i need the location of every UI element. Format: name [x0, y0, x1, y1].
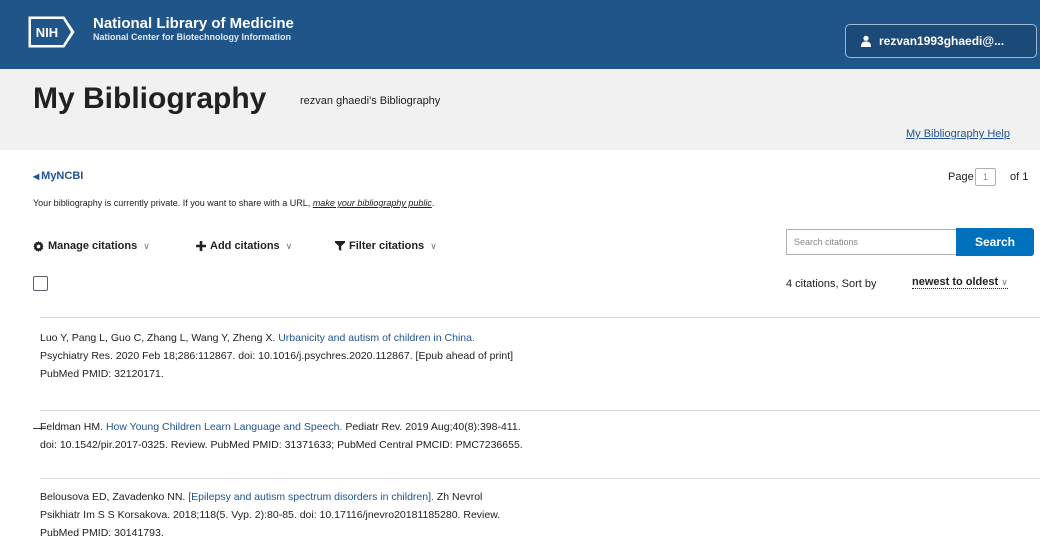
- privacy-note: Your bibliography is currently private. …: [33, 198, 434, 208]
- make-public-link[interactable]: make your bibliography public: [313, 198, 432, 208]
- citation-pmid: PubMed PMID: 32120171.: [40, 368, 164, 380]
- chevron-down-icon: ∨: [285, 240, 293, 251]
- manage-citations-label: Manage citations: [48, 240, 138, 252]
- sort-select[interactable]: newest to oldest ∨: [912, 276, 1008, 289]
- nih-logo[interactable]: NIH: [28, 16, 76, 48]
- filter-citations-label: Filter citations: [349, 240, 425, 252]
- citation-details: doi: 10.1542/pir.2017-0325. Review. PubM…: [40, 439, 523, 451]
- page-number-input[interactable]: 1: [975, 168, 996, 186]
- nih-logo-text: NIH: [36, 25, 58, 40]
- citation-authors: Feldman HM.: [40, 421, 104, 433]
- citation-item: Feldman HM. How Young Children Learn Lan…: [40, 418, 720, 454]
- add-citations-menu[interactable]: Add citations ∨: [196, 240, 292, 252]
- citation-journal: Zh Nevrol: [436, 491, 483, 503]
- citation-line: Luo Y, Pang L, Guo C, Zhang L, Wang Y, Z…: [40, 329, 720, 347]
- bibliography-header: My Bibliography rezvan ghaedi's Bibliogr…: [0, 69, 1040, 150]
- divider: [40, 410, 1040, 411]
- caret-left-icon: ◀: [33, 172, 40, 181]
- org-subtitle: National Center for Biotechnology Inform…: [93, 32, 292, 42]
- citation-pmid: PubMed PMID: 30141793.: [40, 527, 164, 539]
- citation-authors: Luo Y, Pang L, Guo C, Zhang L, Wang Y, Z…: [40, 332, 276, 344]
- myncbi-label: MyNCBI: [41, 170, 84, 182]
- chevron-down-icon: ∨: [143, 240, 150, 251]
- bibliography-owner: rezvan ghaedi's Bibliography: [300, 95, 441, 107]
- plus-icon: [196, 241, 206, 251]
- citation-title-link[interactable]: How Young Children Learn Language and Sp…: [106, 421, 342, 433]
- citation-journal: Psychiatry Res. 2020 Feb 18;286:112867. …: [40, 350, 514, 362]
- sort-value: newest to oldest: [912, 276, 999, 288]
- account-button[interactable]: rezvan1993ghaedi@...: [845, 24, 1037, 58]
- privacy-text: Your bibliography is currently private. …: [33, 198, 313, 208]
- citation-authors: Belousova ED, Zavadenko NN.: [40, 491, 186, 503]
- divider: [40, 478, 1040, 479]
- manage-citations-menu[interactable]: Manage citations ∨: [33, 240, 150, 252]
- citation-title-link[interactable]: [Epilepsy and autism spectrum disorders …: [188, 491, 434, 503]
- help-link[interactable]: My Bibliography Help: [906, 128, 1010, 140]
- citation-journal: Pediatr Rev. 2019 Aug;40(8):398-411.: [345, 421, 521, 433]
- org-title[interactable]: National Library of Medicine: [93, 15, 294, 32]
- account-label: rezvan1993ghaedi@...: [879, 34, 1005, 48]
- citation-item: Luo Y, Pang L, Guo C, Zhang L, Wang Y, Z…: [40, 329, 720, 383]
- divider: [40, 317, 1040, 318]
- citation-count: 4 citations, Sort by: [786, 278, 877, 290]
- chevron-down-icon: ∨: [1001, 277, 1008, 287]
- user-icon: [861, 35, 871, 47]
- filter-icon: [335, 241, 345, 251]
- page-label: Page: [948, 171, 974, 183]
- privacy-suffix: .: [431, 198, 435, 208]
- search-input[interactable]: [786, 229, 956, 255]
- citation-line: Belousova ED, Zavadenko NN. [Epilepsy an…: [40, 488, 720, 506]
- citation-details: Psikhiatr Im S S Korsakova. 2018;118(5. …: [40, 509, 501, 521]
- filter-citations-menu[interactable]: Filter citations ∨: [335, 240, 437, 252]
- myncbi-back-link[interactable]: ◀ MyNCBI: [33, 170, 83, 182]
- select-all-checkbox[interactable]: [33, 276, 48, 291]
- page-total: of 1: [1010, 171, 1029, 183]
- chevron-down-icon: ∨: [430, 240, 437, 251]
- gear-icon: [33, 240, 44, 252]
- search-button[interactable]: Search: [956, 228, 1034, 256]
- add-citations-label: Add citations: [210, 240, 280, 252]
- citation-title-link[interactable]: Urbanicity and autism of children in Chi…: [278, 332, 475, 344]
- nlm-header: NIH National Library of Medicine Nationa…: [0, 0, 1040, 69]
- citation-line: Feldman HM. How Young Children Learn Lan…: [40, 418, 720, 436]
- citation-item: Belousova ED, Zavadenko NN. [Epilepsy an…: [40, 488, 720, 542]
- page-title: My Bibliography: [33, 82, 267, 115]
